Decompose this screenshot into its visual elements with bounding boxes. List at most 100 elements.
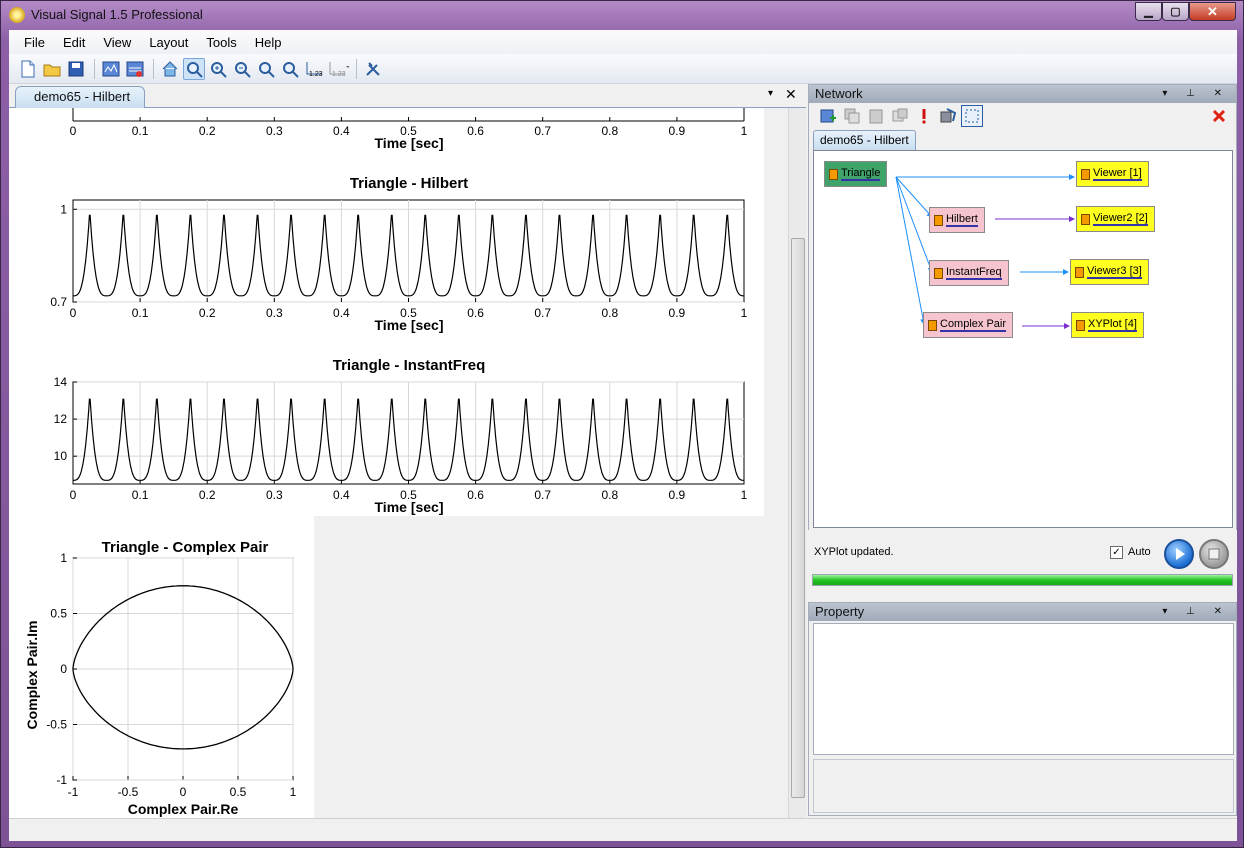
select-region-icon[interactable] <box>961 105 983 127</box>
complex-plot-title: Triangle - Complex Pair <box>102 539 269 556</box>
plots-canvas: 0 0.1 0.2 0.3 0.4 0.5 0.6 0.7 0.8 0.9 1 Time [sec]… <box>9 108 764 818</box>
x-tick-label: 0.8 <box>601 306 618 320</box>
node-icon <box>934 214 943 226</box>
scrollbar-thumb[interactable] <box>791 238 805 798</box>
tab-menu-icon[interactable]: ▾ <box>768 88 773 99</box>
play-button[interactable] <box>1164 539 1194 569</box>
status-message: XYPlot updated. <box>814 546 894 558</box>
refresh-icon[interactable] <box>937 105 959 127</box>
node-instantfreq[interactable]: InstantFreq <box>929 260 1009 286</box>
app-icon <box>9 7 25 23</box>
network-canvas[interactable]: Triangle Hilbert InstantFreq Complex Pai… <box>813 150 1233 528</box>
node-label: XYPlot [4] <box>1088 318 1137 332</box>
stop-icon <box>1208 548 1220 560</box>
x-tick-label: 0.3 <box>266 124 283 138</box>
paste-node-icon[interactable] <box>865 105 887 127</box>
node-triangle[interactable]: Triangle <box>824 161 888 187</box>
play-icon <box>1176 548 1185 560</box>
tab-close-icon[interactable]: ✕ <box>785 86 797 103</box>
network-panel-title: Network <box>815 86 863 101</box>
x-tick-label: 0.3 <box>266 488 283 502</box>
node-xyplot[interactable]: XYPlot [4] <box>1071 312 1144 338</box>
hilbert-plot: 0.710 0.1 0.2 0.3 0.4 0.5 0.6 0.7 0.8 0.9 1 <box>50 199 748 320</box>
plot-area: 0 0.1 0.2 0.3 0.4 0.5 0.6 0.7 0.8 0.9 1 Time [sec]… <box>9 108 791 818</box>
add-node-icon[interactable] <box>817 105 839 127</box>
node-hilbert[interactable]: Hilbert <box>929 207 985 233</box>
instfreq-plot-xlabel: Time [sec] <box>375 499 444 515</box>
window-title: Visual Signal 1.5 Professional <box>31 7 203 22</box>
duplicate-node-icon[interactable] <box>889 105 911 127</box>
x-tick-label: 0 <box>70 124 77 138</box>
x-tick-label: 0.4 <box>333 488 350 502</box>
x-tick-label: 0.6 <box>467 488 484 502</box>
application-window: Visual Signal 1.5 Professional ▁ ▢ ✕ Fil… <box>0 0 1244 848</box>
zoom-out-icon[interactable] <box>231 58 253 80</box>
progress-bar <box>812 574 1233 586</box>
tab-demo65-hilbert[interactable]: demo65 - Hilbert <box>15 86 146 108</box>
menu-help[interactable]: Help <box>246 35 291 50</box>
y-tick-label: 12 <box>54 412 68 426</box>
node-icon <box>934 267 943 279</box>
complex-plot: -1 -0.5 0 0.5 1 -1 -0.5 0 0.5 1 <box>46 551 296 799</box>
panel-buttons[interactable]: ▾ ⊥ ✕ <box>1162 85 1230 103</box>
menu-view[interactable]: View <box>94 35 140 50</box>
value-dropdown-icon[interactable]: 1.23 <box>327 58 349 80</box>
node-label: Triangle <box>841 167 881 181</box>
network-tab-demo65-hilbert[interactable]: demo65 - Hilbert <box>813 130 916 150</box>
zoom-x-icon[interactable] <box>255 58 277 80</box>
run-control-panel: XYPlot updated. ✓ Auto <box>808 530 1237 595</box>
x-tick-label: 1 <box>741 306 748 320</box>
stop-button[interactable] <box>1199 539 1229 569</box>
config2-icon[interactable] <box>124 58 146 80</box>
config-icon[interactable] <box>100 58 122 80</box>
auto-checkbox[interactable]: ✓ <box>1110 546 1123 559</box>
settings-icon[interactable] <box>362 58 384 80</box>
x-tick-label: 0.8 <box>601 488 618 502</box>
property-description <box>813 759 1234 813</box>
property-grid[interactable] <box>813 623 1234 755</box>
save-icon[interactable] <box>65 58 87 80</box>
node-icon <box>829 168 838 180</box>
warning-icon[interactable] <box>913 105 935 127</box>
network-panel-header: Network ▾ ⊥ ✕ <box>809 85 1236 103</box>
x-tick-label: 0.9 <box>669 306 686 320</box>
node-viewer3[interactable]: Viewer3 [3] <box>1070 259 1149 285</box>
y-tick-label: 1 <box>60 202 67 216</box>
zoom-y-icon[interactable] <box>279 58 301 80</box>
minimize-button[interactable]: ▁ <box>1135 2 1162 21</box>
x-tick-label: 1 <box>741 488 748 502</box>
delete-node-icon[interactable] <box>1208 105 1230 127</box>
close-button[interactable]: ✕ <box>1189 2 1236 21</box>
node-label: Viewer3 [3] <box>1087 265 1142 279</box>
open-icon[interactable] <box>41 58 63 80</box>
zoom-fit-icon[interactable] <box>183 57 205 80</box>
menu-edit[interactable]: Edit <box>54 35 94 50</box>
document-pane: demo65 - Hilbert ▾ ✕ 0 0.1 0.2 0.3 0.4 0.5 0.6… <box>9 84 806 818</box>
document-vertical-scrollbar[interactable] <box>788 108 806 818</box>
zoom-in-icon[interactable] <box>207 58 229 80</box>
x-tick-label: 0.2 <box>199 306 216 320</box>
x-tick-label: -0.5 <box>118 785 139 799</box>
home-icon[interactable] <box>159 58 181 80</box>
property-panel: Property ▾ ⊥ ✕ <box>808 602 1237 816</box>
x-tick-label: 0.5 <box>230 785 247 799</box>
node-complex-pair[interactable]: Complex Pair <box>923 312 1014 338</box>
node-viewer2[interactable]: Viewer2 [2] <box>1076 206 1155 232</box>
x-tick-label: 0.3 <box>266 306 283 320</box>
panel-buttons[interactable]: ▾ ⊥ ✕ <box>1162 603 1230 621</box>
x-tick-label: 0.6 <box>467 306 484 320</box>
complex-plot-ylabel: Complex Pair.Im <box>24 621 40 730</box>
x-tick-label: 1 <box>290 785 297 799</box>
maximize-button[interactable]: ▢ <box>1162 2 1189 21</box>
copy-node-icon[interactable] <box>841 105 863 127</box>
node-viewer1[interactable]: Viewer [1] <box>1076 161 1149 187</box>
hilbert-plot-title: Triangle - Hilbert <box>350 175 468 192</box>
value-icon[interactable]: 1.23 <box>303 58 325 80</box>
menu-file[interactable]: File <box>15 35 54 50</box>
instfreq-plot: 1012140 0.1 0.2 0.3 0.4 0.5 0.6 0.7 0.8 0.9 1 <box>54 375 748 502</box>
menu-layout[interactable]: Layout <box>140 35 197 50</box>
complex-plot-xlabel: Complex Pair.Re <box>128 801 239 817</box>
menu-tools[interactable]: Tools <box>197 35 245 50</box>
title-bar[interactable]: Visual Signal 1.5 Professional ▁ ▢ ✕ <box>1 1 1243 29</box>
new-icon[interactable] <box>17 58 39 80</box>
